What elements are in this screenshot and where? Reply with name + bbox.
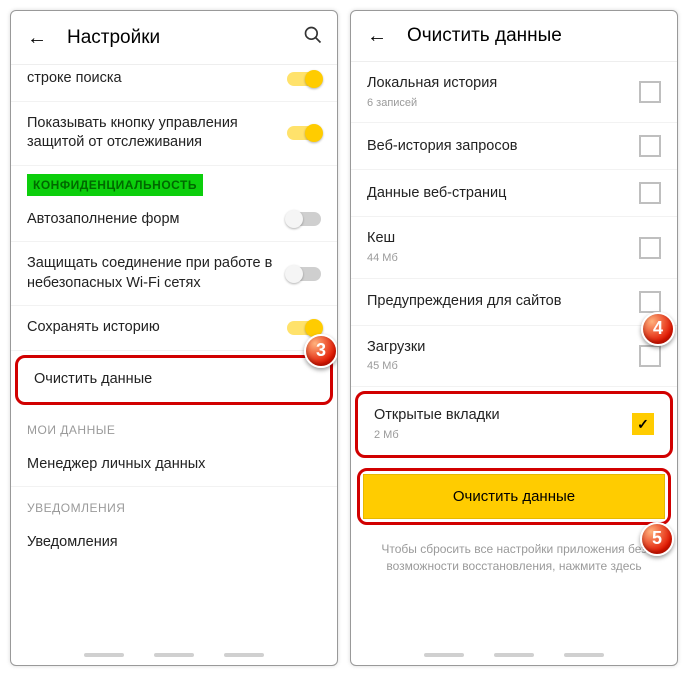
- clear-item-row[interactable]: Локальная история6 записей: [351, 62, 677, 123]
- toggle[interactable]: [287, 321, 321, 335]
- setting-row-autofill[interactable]: Автозаполнение форм: [11, 198, 337, 243]
- clear-data-row[interactable]: Очистить данные: [18, 358, 330, 402]
- checkbox[interactable]: [639, 237, 661, 259]
- clear-item-row[interactable]: Загрузки45 Мб4: [351, 326, 677, 387]
- checkbox[interactable]: [639, 291, 661, 313]
- row-label: строке поиска: [27, 69, 287, 89]
- back-icon[interactable]: ←: [27, 28, 47, 48]
- search-icon[interactable]: [303, 25, 323, 50]
- row-label: Данные веб-страниц: [367, 184, 639, 204]
- row-label: Сохранять историю: [27, 318, 287, 338]
- header: ← Очистить данные: [351, 11, 677, 62]
- toggle[interactable]: [287, 72, 321, 86]
- clear-data-screen: ← Очистить данные Локальная история6 зап…: [350, 10, 678, 666]
- step-badge-3: 3: [304, 334, 337, 368]
- toggle[interactable]: [287, 267, 321, 281]
- header: ← Настройки: [11, 11, 337, 65]
- setting-row-history[interactable]: Сохранять историю: [11, 306, 337, 351]
- highlight-clear-button: Очистить данные5: [357, 468, 671, 525]
- back-icon[interactable]: ←: [367, 26, 387, 46]
- page-title: Настройки: [67, 27, 283, 49]
- row-sublabel: 45 Мб: [367, 359, 627, 374]
- setting-row-tracking[interactable]: Показывать кнопку управления защитой от …: [11, 102, 337, 166]
- toggle[interactable]: [287, 212, 321, 226]
- section-privacy: КОНФИДЕНЦИАЛЬНОСТЬ: [27, 174, 203, 196]
- notifications-row[interactable]: Уведомления: [11, 521, 337, 565]
- settings-screen: ← Настройки строке поиска Показывать кно…: [10, 10, 338, 666]
- setting-row[interactable]: строке поиска: [11, 65, 337, 102]
- checkbox[interactable]: [639, 182, 661, 204]
- clear-item-row[interactable]: Веб-история запросов: [351, 123, 677, 170]
- highlight-open-tabs: Открытые вкладки2 Мб: [355, 391, 673, 457]
- android-navbar: [11, 651, 337, 665]
- page-title: Очистить данные: [407, 25, 663, 47]
- step-badge-4: 4: [641, 312, 675, 346]
- toggle[interactable]: [287, 126, 321, 140]
- checkbox[interactable]: [639, 345, 661, 367]
- clear-item-row[interactable]: Предупреждения для сайтов: [351, 279, 677, 326]
- row-label: Открытые вкладки2 Мб: [374, 406, 632, 442]
- highlight-clear-data: Очистить данные 3: [15, 355, 333, 405]
- row-label: Веб-история запросов: [367, 137, 639, 157]
- row-label: Предупреждения для сайтов: [367, 292, 639, 312]
- checkbox[interactable]: [639, 81, 661, 103]
- row-label: Уведомления: [27, 533, 321, 553]
- section-mydata: МОИ ДАННЫЕ: [11, 409, 337, 443]
- setting-row-protect[interactable]: Защищать соединение при работе в небезоп…: [11, 242, 337, 306]
- row-label: Менеджер личных данных: [27, 455, 321, 475]
- step-badge-5: 5: [640, 522, 674, 556]
- row-label: Очистить данные: [34, 370, 314, 390]
- row-label: Загрузки45 Мб: [367, 338, 639, 374]
- clear-data-button[interactable]: Очистить данные: [363, 474, 665, 519]
- clear-item-row[interactable]: Данные веб-страниц: [351, 170, 677, 217]
- row-sublabel: 2 Мб: [374, 428, 620, 443]
- checkbox[interactable]: [639, 135, 661, 157]
- checkbox-checked[interactable]: [632, 413, 654, 435]
- section-notifications: УВЕДОМЛЕНИЯ: [11, 487, 337, 521]
- row-sublabel: 44 Мб: [367, 251, 627, 266]
- row-label: Показывать кнопку управления защитой от …: [27, 114, 287, 153]
- personal-data-manager-row[interactable]: Менеджер личных данных: [11, 443, 337, 488]
- row-label: Автозаполнение форм: [27, 210, 287, 230]
- row-label: Локальная история6 записей: [367, 74, 639, 110]
- android-navbar: [351, 651, 677, 665]
- clear-item-row[interactable]: Кеш44 Мб: [351, 217, 677, 278]
- open-tabs-row[interactable]: Открытые вкладки2 Мб: [358, 394, 670, 454]
- row-label: Кеш44 Мб: [367, 229, 639, 265]
- row-label: Защищать соединение при работе в небезоп…: [27, 254, 287, 293]
- reset-hint[interactable]: Чтобы сбросить все настройки приложения …: [351, 531, 677, 576]
- row-sublabel: 6 записей: [367, 96, 627, 111]
